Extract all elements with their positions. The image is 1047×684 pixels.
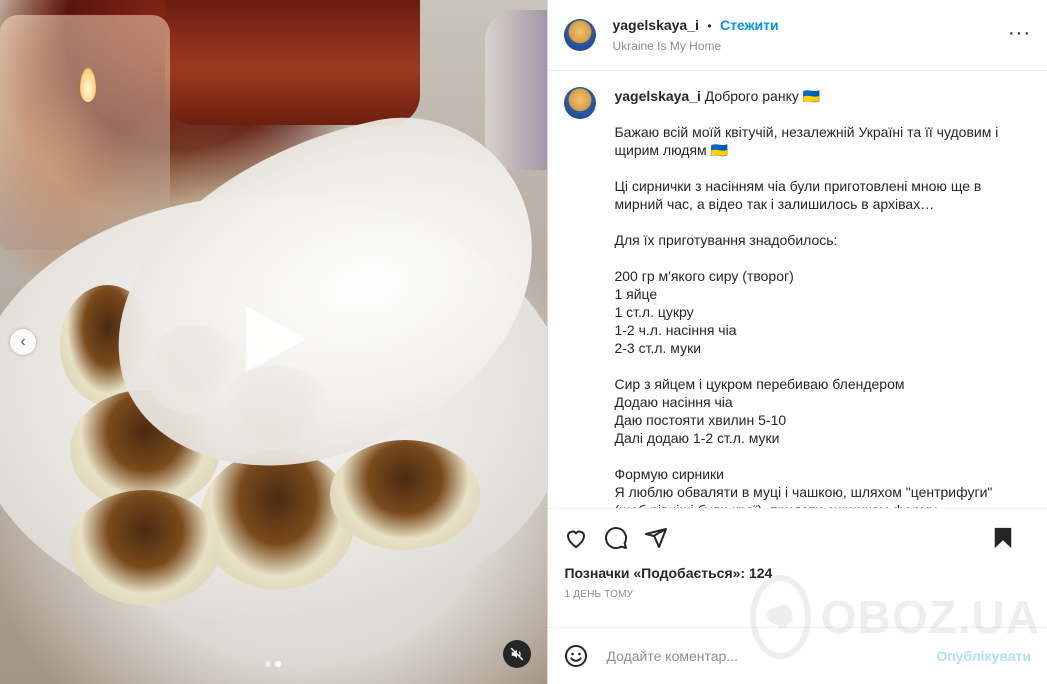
post-timestamp[interactable]: 1 ДЕНЬ ТОМУ: [548, 589, 1047, 607]
play-icon: [246, 306, 306, 372]
caption-line: Сир з яйцем і цукром перебиваю блендером: [614, 376, 905, 392]
caption-first-line: Доброго ранку 🇺🇦: [704, 88, 821, 104]
username-link[interactable]: yagelskaya_i: [612, 17, 698, 33]
mute-button[interactable]: [503, 640, 531, 668]
syrnyk-image: [330, 440, 480, 550]
syrnyk-image: [200, 450, 355, 590]
caption-line: Додаю насіння чіа: [614, 394, 733, 410]
caption-line: Формую сирники: [614, 466, 724, 482]
caption-line: Далі додаю 1-2 ст.л. муки: [614, 430, 780, 446]
emoji-icon[interactable]: [564, 644, 588, 668]
chevron-left-icon: ‹: [20, 333, 26, 350]
post-header: yagelskaya_i • Стежити Ukraine Is My Hom…: [548, 0, 1047, 71]
avatar[interactable]: [564, 87, 597, 119]
caption-line: Для їх приготування знадобилось:: [614, 232, 838, 248]
caption-line: 2-3 ст.л. муки: [614, 340, 702, 356]
comment-form: Опублікувати: [548, 627, 1047, 684]
caption-line: Я люблю обваляти в муці і чашкою, шляхом…: [614, 484, 993, 508]
caption-line: 1 ст.л. цукру: [614, 304, 694, 320]
like-button[interactable]: [564, 526, 588, 550]
caption-line: 200 гр м'якого сиру (творог): [614, 268, 794, 284]
save-button[interactable]: [991, 526, 1015, 550]
share-icon: [645, 527, 668, 548]
caption-line: Даю постояти хвилин 5-10: [614, 412, 787, 428]
likes-count[interactable]: Позначки «Подобається»: 124: [548, 563, 1047, 583]
carousel-indicator: [265, 661, 281, 667]
location-link[interactable]: Ukraine Is My Home: [612, 39, 778, 53]
share-button[interactable]: [644, 526, 668, 550]
caption-line: Ці сирнички з насінням чіа були приготов…: [614, 178, 982, 212]
caption-username-link[interactable]: yagelskaya_i: [614, 88, 700, 104]
bookmark-icon: [994, 527, 1012, 549]
cup-image: [485, 10, 548, 170]
publish-button[interactable]: Опублікувати: [936, 648, 1031, 664]
follow-button[interactable]: Стежити: [720, 17, 779, 33]
comment-button[interactable]: [604, 526, 628, 550]
caption-line: 1-2 ч.л. насіння чіа: [614, 322, 737, 338]
post-details-panel: yagelskaya_i • Стежити Ukraine Is My Hom…: [547, 0, 1047, 684]
caption-line: 1 яйце: [614, 286, 658, 302]
speaker-muted-icon: [510, 647, 524, 661]
heart-icon: [567, 530, 586, 548]
comment-icon: [605, 526, 628, 549]
teapot-image: [165, 0, 420, 125]
separator-dot: •: [707, 19, 712, 34]
carousel-dot-active: [275, 661, 281, 667]
action-bar: [548, 508, 1047, 566]
candle-flame: [80, 68, 96, 102]
carousel-dot: [265, 661, 271, 667]
post-media[interactable]: ‹: [0, 0, 548, 684]
avatar[interactable]: [564, 19, 597, 51]
comment-input[interactable]: [604, 647, 919, 665]
instagram-post-view: ‹ yagelskaya_i • Стежити Ukraine Is My H…: [0, 0, 1047, 684]
more-options-button[interactable]: ···: [1008, 23, 1031, 43]
previous-slide-button[interactable]: ‹: [10, 329, 36, 355]
syrnyk-image: [70, 490, 220, 605]
caption-area: yagelskaya_i Доброго ранку 🇺🇦 Бажаю всій…: [548, 71, 1047, 508]
caption-line: Бажаю всій моїй квітучій, незалежній Укр…: [614, 124, 999, 158]
caption-text: yagelskaya_i Доброго ранку 🇺🇦 Бажаю всій…: [614, 87, 1014, 508]
